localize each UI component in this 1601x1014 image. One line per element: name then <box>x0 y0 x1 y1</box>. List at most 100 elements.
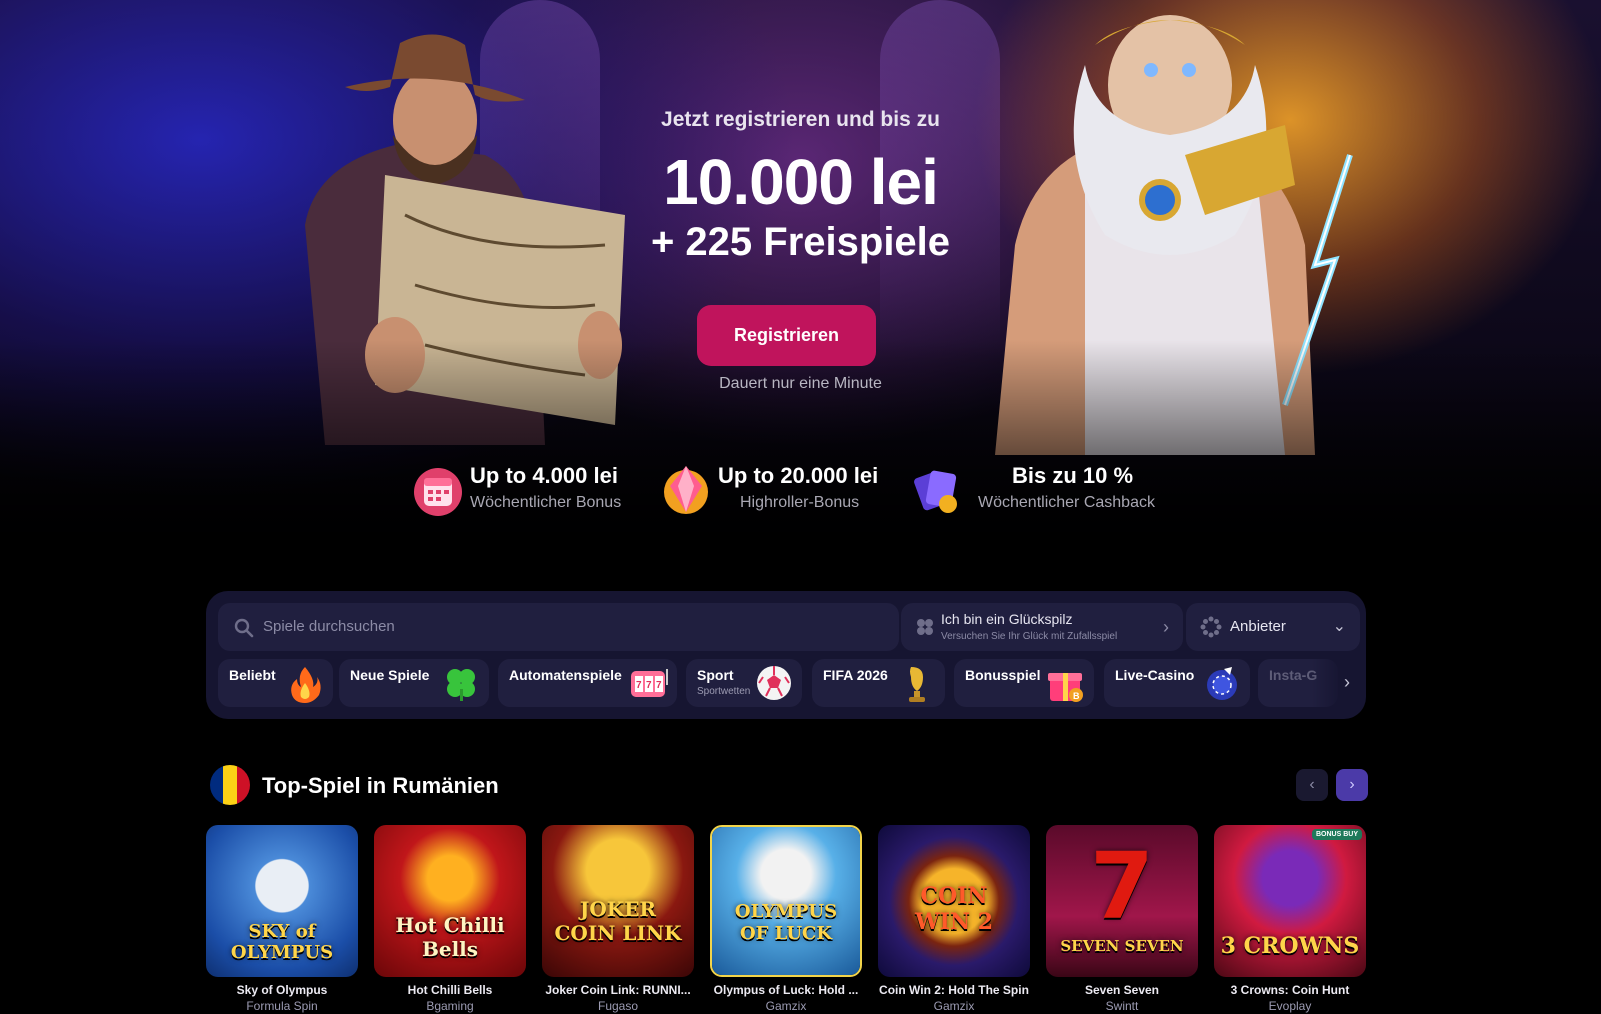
hero-subtitle: Jetzt registrieren und bis zu <box>661 108 940 131</box>
category-label: Live-Casino <box>1115 667 1195 683</box>
category-label: Automatenspiele <box>509 667 622 683</box>
game-logo: JOKER COIN LINK <box>554 897 682 945</box>
game-provider: Gamzix <box>933 999 975 1013</box>
game-provider: Formula Spin <box>246 999 318 1013</box>
category-sublabel: Sportwetten <box>697 686 751 697</box>
bonus-row: Up to 4.000 lei Wöchentlicher Bonus Up t… <box>0 458 1601 518</box>
search-input[interactable]: Spiele durchsuchen <box>263 618 395 635</box>
lucky-title: Ich bin ein Glückspilz <box>941 611 1073 627</box>
clover-icon <box>917 619 933 635</box>
svg-text:7: 7 <box>646 680 652 691</box>
category-label: Beliebt <box>229 667 276 683</box>
register-button[interactable]: Registrieren <box>697 305 876 366</box>
poker-chip-icon <box>1207 667 1237 700</box>
chevron-right-icon: › <box>1163 617 1169 637</box>
carousel-next-button[interactable]: › <box>1336 769 1368 801</box>
game-logo: SEVEN SEVEN <box>1060 937 1184 955</box>
game-name: Coin Win 2: Hold The Spin <box>879 983 1029 997</box>
game-thumbnail[interactable]: JOKER COIN LINK <box>542 825 694 977</box>
svg-text:B: B <box>1073 691 1080 701</box>
game-logo: Hot Chilli Bells <box>395 913 505 961</box>
game-provider: Gamzix <box>765 999 807 1013</box>
game-provider: Bgaming <box>426 999 474 1013</box>
category-live-casino[interactable]: Live-Casino <box>1104 659 1250 707</box>
category-automatenspiele[interactable]: Automatenspiele 777 <box>498 659 677 707</box>
bonus-cashback[interactable]: Bis zu 10 % Wöchentlicher Cashback <box>912 458 1172 518</box>
bonus-cashback-subtitle: Wöchentlicher Cashback <box>978 494 1155 511</box>
hero-bonus-amount: 10.000 lei <box>663 146 939 218</box>
game-provider: Evoplay <box>1268 999 1312 1013</box>
cards-icon <box>914 470 957 513</box>
game-logo: OLYMPUS OF LUCK <box>734 901 838 944</box>
game-provider: Fugaso <box>597 999 639 1013</box>
category-label: Bonusspiel <box>965 667 1041 683</box>
bonus-weekly-title: Up to 4.000 lei <box>470 463 618 488</box>
category-neue-spiele[interactable]: Neue Spiele <box>339 659 489 707</box>
game-card[interactable]: JOKER COIN LINK Joker Coin Link: RUNNI..… <box>542 825 694 1013</box>
category-bonusspiel[interactable]: Bonusspiel B <box>954 659 1094 707</box>
game-thumbnail[interactable]: OLYMPUS OF LUCK <box>710 825 862 977</box>
romania-flag-icon <box>210 765 250 805</box>
category-label: Sport <box>697 667 734 683</box>
bonus-buy-badge: BONUS BUY <box>1311 829 1362 840</box>
lucky-subtitle: Versuchen Sie Ihr Glück mit Zufallsspiel <box>941 631 1118 642</box>
game-thumbnail[interactable]: SKY of OLYMPUS <box>206 825 358 977</box>
game-logo: COIN WIN 2 <box>914 883 994 935</box>
game-name: Olympus of Luck: Hold ... <box>713 983 859 997</box>
seven-digit-icon: 7 <box>1089 833 1154 940</box>
clover-icon <box>447 669 475 701</box>
section-title: Top-Spiel in Rumänien <box>262 773 499 798</box>
svg-text:7: 7 <box>656 680 662 691</box>
bonus-weekly[interactable]: Up to 4.000 lei Wöchentlicher Bonus <box>412 458 642 518</box>
bonus-highroller-title: Up to 20.000 lei <box>718 463 879 488</box>
game-card[interactable]: SKY of OLYMPUS Sky of Olympus Formula Sp… <box>206 825 358 1013</box>
bonus-cashback-title: Bis zu 10 % <box>1012 463 1134 488</box>
game-thumbnail[interactable]: Hot Chilli Bells <box>374 825 526 977</box>
game-thumbnail[interactable]: 3 CROWNS BONUS BUY <box>1214 825 1366 977</box>
lucky-random-button[interactable]: Ich bin ein Glückspilz Versuchen Sie Ihr… <box>901 603 1183 651</box>
bonus-highroller-subtitle: Highroller-Bonus <box>740 494 860 511</box>
category-label: Insta-G <box>1269 667 1318 683</box>
game-name: 3 Crowns: Coin Hunt <box>1230 983 1350 997</box>
game-card[interactable]: OLYMPUS OF LUCK Olympus of Luck: Hold ..… <box>710 825 862 1013</box>
calendar-icon <box>414 468 462 516</box>
category-sport[interactable]: Sport Sportwetten <box>686 659 802 707</box>
game-thumbnail[interactable]: COIN WIN 2 <box>878 825 1030 977</box>
bonus-weekly-subtitle: Wöchentlicher Bonus <box>470 494 622 511</box>
diamond-icon <box>664 466 708 514</box>
game-filter-panel: Spiele durchsuchen Ich bin ein Glückspil… <box>206 591 1366 719</box>
trophy-icon <box>909 667 925 702</box>
category-beliebt[interactable]: Beliebt <box>218 659 333 707</box>
bonus-highroller[interactable]: Up to 20.000 lei Highroller-Bonus <box>660 458 900 518</box>
svg-text:7: 7 <box>636 680 642 691</box>
game-name: Sky of Olympus <box>236 983 328 997</box>
fire-icon <box>291 667 321 703</box>
chevron-right-icon: › <box>1344 672 1350 692</box>
game-provider: Swintt <box>1105 999 1139 1013</box>
game-logo: SKY of OLYMPUS <box>230 921 334 963</box>
game-card[interactable]: COIN WIN 2 Coin Win 2: Hold The Spin Gam… <box>878 825 1030 1013</box>
game-name: Seven Seven <box>1084 983 1160 997</box>
provider-dropdown[interactable]: Anbieter ⌄ <box>1186 603 1360 651</box>
gift-icon: B <box>1048 673 1083 702</box>
game-name: Hot Chilli Bells <box>407 983 493 997</box>
providers-icon <box>1200 616 1222 638</box>
provider-label: Anbieter <box>1230 618 1286 635</box>
game-card[interactable]: 3 CROWNS BONUS BUY 3 Crowns: Coin Hunt E… <box>1214 825 1366 1013</box>
game-name: Joker Coin Link: RUNNI... <box>545 983 691 997</box>
game-logo: 3 CROWNS <box>1220 933 1360 959</box>
chevron-down-icon: ⌄ <box>1332 618 1346 635</box>
game-card[interactable]: 7 SEVEN SEVEN Seven Seven Swintt <box>1046 825 1198 1013</box>
category-label: FIFA 2026 <box>823 667 888 683</box>
soccer-ball-icon <box>757 666 791 700</box>
carousel-prev-button[interactable]: ‹ <box>1296 769 1328 801</box>
category-label: Neue Spiele <box>350 667 430 683</box>
category-fifa-2026[interactable]: FIFA 2026 <box>812 659 945 707</box>
categories-scroll-right[interactable]: › <box>1312 659 1362 707</box>
search-icon <box>234 618 254 638</box>
hero-note: Dauert nur eine Minute <box>719 375 882 392</box>
game-thumbnail[interactable]: 7 SEVEN SEVEN <box>1046 825 1198 977</box>
game-card[interactable]: Hot Chilli Bells Hot Chilli Bells Bgamin… <box>374 825 526 1013</box>
search-field[interactable]: Spiele durchsuchen <box>218 603 899 651</box>
slot-machine-icon: 777 <box>631 669 668 697</box>
